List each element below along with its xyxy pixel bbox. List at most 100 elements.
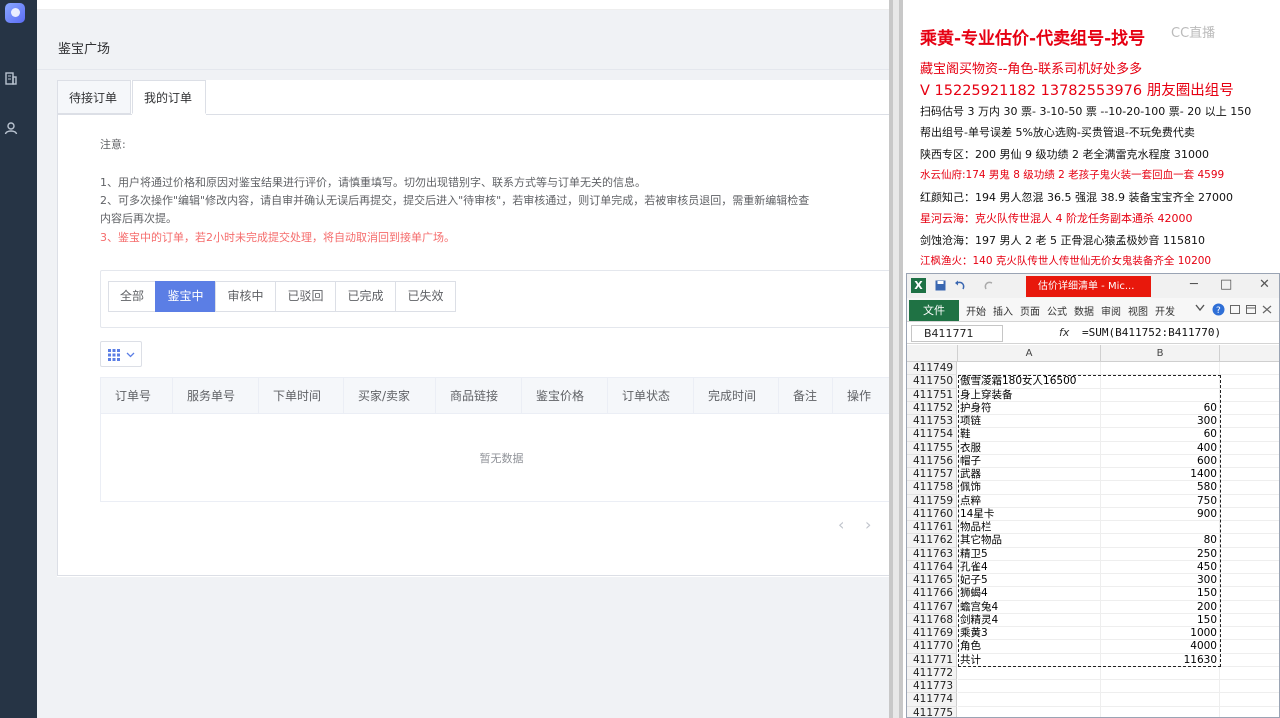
cell-b[interactable]: 400	[1101, 441, 1220, 455]
cell-a[interactable]	[958, 362, 1101, 376]
cell-a[interactable]: 精卫5	[958, 547, 1101, 561]
cell-a[interactable]: 佩饰	[958, 481, 1101, 495]
row-number[interactable]: 411772	[907, 666, 957, 680]
cell-c[interactable]	[1220, 654, 1279, 667]
cell-a[interactable]: 护身符	[958, 401, 1101, 415]
menu-view[interactable]: 视图	[1128, 303, 1148, 318]
file-menu[interactable]: 文件	[909, 300, 959, 321]
cell-c[interactable]	[1220, 614, 1279, 627]
row-number[interactable]: 411775	[907, 706, 957, 717]
cell-b[interactable]: 150	[1101, 587, 1220, 601]
cell-a[interactable]	[958, 666, 1101, 680]
cell-a[interactable]: 点粹	[958, 494, 1101, 508]
cell-a[interactable]: 项链	[958, 415, 1101, 429]
table-row[interactable]: 411760 14星卡 900	[907, 507, 1279, 521]
cell-c[interactable]	[1220, 495, 1279, 508]
row-number[interactable]: 411764	[907, 560, 957, 574]
row-number[interactable]: 411770	[907, 640, 957, 654]
cell-c[interactable]	[1220, 707, 1279, 718]
row-number[interactable]: 411749	[907, 362, 957, 376]
cell-b[interactable]	[1101, 706, 1220, 717]
cell-c[interactable]	[1220, 693, 1279, 707]
tab-my-orders[interactable]: 我的订单	[132, 80, 206, 114]
row-number[interactable]: 411762	[907, 534, 957, 548]
app-logo[interactable]	[5, 3, 25, 23]
cell-a[interactable]: 衣服	[958, 441, 1101, 455]
cell-c[interactable]	[1220, 667, 1279, 680]
undo-icon[interactable]	[954, 280, 966, 291]
cell-a[interactable]: 孔雀4	[958, 560, 1101, 574]
save-icon[interactable]	[935, 280, 946, 291]
row-number[interactable]: 411771	[907, 653, 957, 667]
cell-c[interactable]	[1220, 627, 1279, 641]
cell-a[interactable]: 物品栏	[958, 521, 1101, 535]
menu-formula[interactable]: 公式	[1047, 303, 1067, 318]
row-number[interactable]: 411768	[907, 613, 957, 627]
cell-b[interactable]: 1000	[1101, 627, 1220, 641]
filter-all[interactable]: 全部	[108, 281, 156, 312]
cell-a[interactable]: 共计	[958, 653, 1101, 667]
row-number[interactable]: 411761	[907, 521, 957, 535]
row-number[interactable]: 411752	[907, 401, 957, 415]
cell-b[interactable]: 300	[1101, 574, 1220, 588]
building-icon[interactable]	[4, 71, 18, 85]
cell-a[interactable]	[958, 680, 1101, 694]
cell-a[interactable]: 傲雪凌霜180女人16500	[958, 375, 1101, 389]
cell-c[interactable]	[1220, 428, 1279, 442]
cell-b[interactable]	[1101, 680, 1220, 694]
column-settings-button[interactable]	[100, 341, 142, 367]
col-header-b[interactable]: B	[1101, 345, 1220, 362]
cell-b[interactable]: 60	[1101, 428, 1220, 442]
cell-b[interactable]: 150	[1101, 613, 1220, 627]
close-button[interactable]: ✕	[1259, 277, 1270, 292]
cell-b[interactable]	[1101, 666, 1220, 680]
cell-c[interactable]	[1220, 468, 1279, 482]
cell-b[interactable]: 60	[1101, 401, 1220, 415]
row-number[interactable]: 411766	[907, 587, 957, 601]
cell-b[interactable]: 250	[1101, 547, 1220, 561]
col-header-a[interactable]: A	[958, 345, 1101, 362]
cell-b[interactable]: 11630	[1101, 653, 1220, 667]
name-box[interactable]: B411771	[911, 325, 1003, 342]
table-row[interactable]: 411774	[907, 693, 1279, 707]
cell-b[interactable]: 4000	[1101, 640, 1220, 654]
row-number[interactable]: 411769	[907, 627, 957, 641]
cell-c[interactable]	[1220, 587, 1279, 601]
cell-a[interactable]: 妃子5	[958, 574, 1101, 588]
maximize-button[interactable]: □	[1220, 277, 1232, 292]
cell-a[interactable]: 角色	[958, 640, 1101, 654]
filter-expired[interactable]: 已失效	[395, 281, 456, 312]
row-number[interactable]: 411751	[907, 388, 957, 402]
row-number[interactable]: 411759	[907, 494, 957, 508]
filter-rejected[interactable]: 已驳回	[275, 281, 336, 312]
row-number[interactable]: 411767	[907, 600, 957, 614]
table-row[interactable]: 411765 妃子5 300	[907, 574, 1279, 588]
row-number[interactable]: 411754	[907, 428, 957, 442]
row-number[interactable]: 411774	[907, 693, 957, 707]
table-row[interactable]: 411762 其它物品 80	[907, 534, 1279, 548]
cell-b[interactable]	[1101, 693, 1220, 707]
col-header-c[interactable]	[1220, 345, 1279, 362]
cell-c[interactable]	[1220, 375, 1279, 389]
table-row[interactable]: 411763 精卫5 250	[907, 547, 1279, 561]
filter-completed[interactable]: 已完成	[335, 281, 396, 312]
cell-a[interactable]	[958, 706, 1101, 717]
cell-c[interactable]	[1220, 574, 1279, 588]
table-row[interactable]: 411749	[907, 362, 1279, 376]
table-row[interactable]: 411769 乘黄3 1000	[907, 627, 1279, 641]
table-row[interactable]: 411750 傲雪凌霜180女人16500	[907, 375, 1279, 389]
user-icon[interactable]	[4, 121, 18, 135]
table-row[interactable]: 411767 蟾宫兔4 200	[907, 600, 1279, 614]
minimize-button[interactable]: ─	[1190, 277, 1198, 292]
panel-divider[interactable]	[889, 0, 903, 718]
menu-data[interactable]: 数据	[1074, 303, 1094, 318]
table-row[interactable]: 411772	[907, 666, 1279, 680]
cell-a[interactable]: 其它物品	[958, 534, 1101, 548]
cell-c[interactable]	[1220, 640, 1279, 654]
cell-b[interactable]: 80	[1101, 534, 1220, 548]
table-row[interactable]: 411766 狮蝎4 150	[907, 587, 1279, 601]
ribbon-collapse-icon[interactable]	[1195, 304, 1205, 312]
menu-developer[interactable]: 开发	[1155, 303, 1175, 318]
menu-insert[interactable]: 插入	[993, 303, 1013, 318]
cell-c[interactable]	[1220, 402, 1279, 415]
